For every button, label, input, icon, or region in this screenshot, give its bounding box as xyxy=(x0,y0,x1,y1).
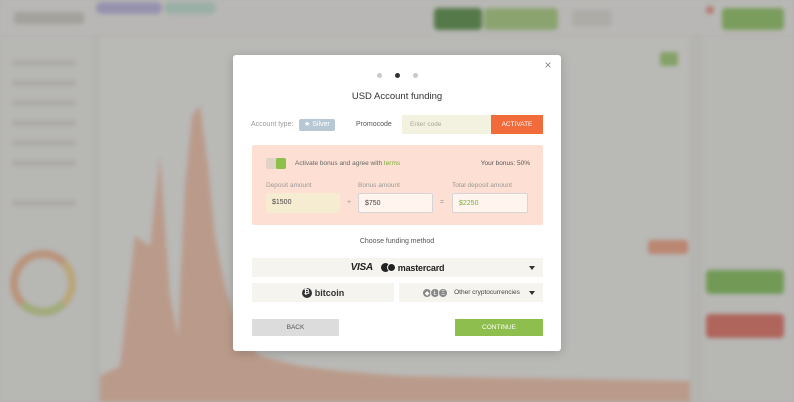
visa-logo: VISA xyxy=(350,262,373,273)
funding-modal: × USD Account funding Account type: ★ Si… xyxy=(233,55,561,351)
equals-sign: = xyxy=(440,199,445,206)
step-dot xyxy=(376,73,382,78)
continue-button[interactable]: CONTINUE xyxy=(455,319,543,336)
activate-button[interactable]: ACTIVATE xyxy=(491,115,543,134)
promocode-input[interactable] xyxy=(402,115,492,134)
deposit-amount-label: Deposit amount xyxy=(266,182,312,189)
total-deposit-label: Total deposit amount xyxy=(452,182,512,189)
mastercard-logo: mastercard xyxy=(380,262,445,273)
step-dot-active xyxy=(394,73,400,78)
deposit-amount-field[interactable]: $1500 xyxy=(266,193,340,213)
step-indicator xyxy=(233,73,561,78)
step-dot xyxy=(412,73,418,78)
bonus-toggle[interactable] xyxy=(266,158,286,169)
card-payment-option[interactable]: VISA mastercard xyxy=(252,258,543,277)
mastercard-label: mastercard xyxy=(397,262,445,273)
back-button[interactable]: BACK xyxy=(252,319,339,336)
bonus-panel: Activate bonus and agree with terms Your… xyxy=(252,145,543,225)
other-crypto-option[interactable]: ◆ Ł Ξ Other cryptocurrencies xyxy=(399,283,543,302)
crypto-icons: ◆ Ł Ξ xyxy=(422,287,449,298)
chevron-down-icon xyxy=(529,290,535,295)
funding-method-heading: Choose funding method xyxy=(359,238,435,245)
terms-link[interactable]: terms xyxy=(384,160,400,167)
bitcoin-icon: ₿ xyxy=(301,287,312,298)
your-bonus-percent: Your bonus: 50% xyxy=(480,160,530,167)
modal-title: USD Account funding xyxy=(351,91,443,102)
promocode-label: Promocode xyxy=(356,121,392,128)
bitcoin-payment-option[interactable]: ₿ bitcoin xyxy=(252,283,394,302)
account-type-value: Silver xyxy=(312,121,330,128)
crypto-coin-icon: Ξ xyxy=(438,287,449,298)
chevron-down-icon xyxy=(529,265,535,270)
mastercard-icon xyxy=(380,263,396,272)
plus-sign: + xyxy=(347,199,352,206)
bitcoin-label: bitcoin xyxy=(314,287,345,298)
bonus-amount-label: Bonus amount xyxy=(358,182,400,189)
bonus-toggle-knob xyxy=(276,158,286,169)
account-type-badge: ★ Silver xyxy=(299,119,335,131)
close-icon[interactable]: × xyxy=(541,58,555,72)
star-icon: ★ xyxy=(304,121,311,128)
account-type-label: Account type: xyxy=(251,121,294,128)
other-crypto-label: Other cryptocurrencies xyxy=(454,289,520,296)
bonus-agree-text: Activate bonus and agree with terms xyxy=(295,160,400,167)
bonus-agree-label: Activate bonus and agree with xyxy=(295,160,384,167)
bonus-amount-field: $750 xyxy=(358,193,433,213)
total-deposit-field: $2250 xyxy=(452,193,528,213)
